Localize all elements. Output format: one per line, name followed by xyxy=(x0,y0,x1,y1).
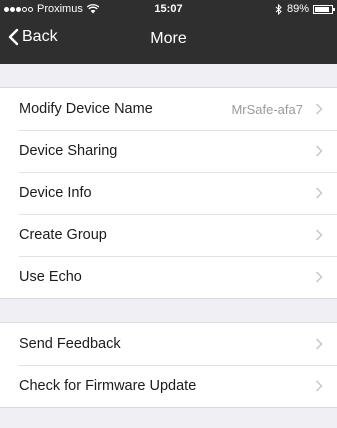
settings-group-device: Modify Device Name MrSafe-afa7 Device Sh… xyxy=(0,87,337,299)
row-label: Send Feedback xyxy=(19,336,121,352)
section-spacer xyxy=(0,64,337,87)
bluetooth-icon xyxy=(275,3,282,15)
status-bar: Proximus 15:07 89% xyxy=(0,0,337,18)
send-feedback-row[interactable]: Send Feedback xyxy=(0,323,337,365)
chevron-right-icon xyxy=(315,187,323,199)
status-right: 89% xyxy=(275,3,335,15)
row-label: Check for Firmware Update xyxy=(19,378,197,394)
device-sharing-row[interactable]: Device Sharing xyxy=(0,130,337,172)
battery-percent: 89% xyxy=(286,3,309,15)
row-label: Device Info xyxy=(19,185,92,201)
device-info-row[interactable]: Device Info xyxy=(0,172,337,214)
chevron-right-icon xyxy=(315,338,323,350)
section-spacer xyxy=(0,299,337,322)
use-echo-row[interactable]: Use Echo xyxy=(0,256,337,298)
page-bottom-spacer xyxy=(0,408,337,428)
battery-icon xyxy=(313,4,335,14)
row-label: Use Echo xyxy=(19,269,82,285)
check-firmware-update-row[interactable]: Check for Firmware Update xyxy=(0,365,337,407)
create-group-row[interactable]: Create Group xyxy=(0,214,337,256)
chevron-right-icon xyxy=(315,229,323,241)
page-title: More xyxy=(150,30,187,47)
chevron-right-icon xyxy=(315,145,323,157)
chevron-right-icon xyxy=(315,271,323,283)
settings-group-support: Send Feedback Check for Firmware Update xyxy=(0,322,337,408)
row-label: Device Sharing xyxy=(19,143,118,159)
chevron-right-icon xyxy=(315,380,323,392)
row-label: Modify Device Name xyxy=(19,101,153,117)
modify-device-name-row[interactable]: Modify Device Name MrSafe-afa7 xyxy=(0,88,337,130)
chevron-right-icon xyxy=(315,103,323,115)
device-name-value: MrSafe-afa7 xyxy=(231,101,303,117)
navigation-bar: Back More xyxy=(0,18,337,64)
row-label: Create Group xyxy=(19,227,107,243)
